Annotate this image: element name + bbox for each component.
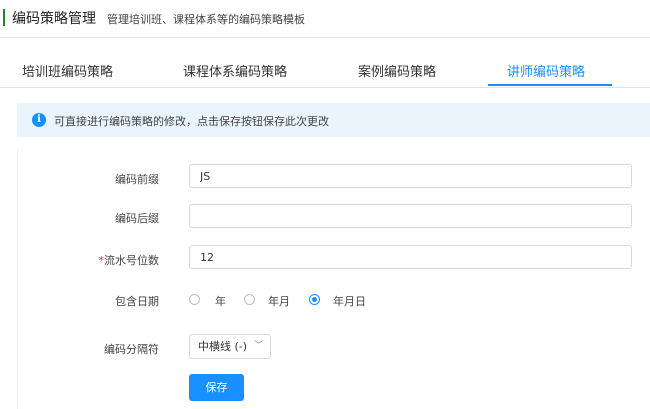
serial-label-text: 流水号位数 — [104, 254, 159, 267]
form-panel — [17, 149, 650, 409]
tab-course-system[interactable]: 课程体系编码策略 — [183, 61, 287, 80]
prefix-label: 编码前缀 — [115, 173, 159, 186]
serial-digits-input[interactable] — [189, 245, 632, 269]
prefix-input[interactable] — [189, 164, 632, 188]
tab-lecturer[interactable]: 讲师编码策略 — [507, 61, 585, 80]
suffix-input[interactable] — [189, 204, 632, 228]
info-notice: i 可直接进行编码策略的修改，点击保存按钮保存此次更改 — [17, 103, 650, 137]
radio-year-month-day[interactable] — [309, 294, 320, 305]
radio-year-month-day-label[interactable]: 年月日 — [333, 293, 366, 309]
page-subtitle: 管理培训班、课程体系等的编码策略模板 — [107, 13, 305, 26]
info-icon: i — [32, 113, 46, 127]
radio-year[interactable] — [189, 294, 200, 305]
radio-year-month[interactable] — [244, 294, 255, 305]
page-header: 编码策略管理 管理培训班、课程体系等的编码策略模板 — [0, 0, 650, 38]
radio-year-month-label[interactable]: 年月 — [268, 293, 290, 309]
active-tab-indicator — [488, 84, 612, 86]
separator-select[interactable]: 中横线 (-) ﹀ — [189, 334, 271, 359]
date-label: 包含日期 — [115, 295, 159, 308]
tab-case[interactable]: 案例编码策略 — [358, 61, 436, 80]
serial-label: *流水号位数 — [39, 252, 160, 268]
strategy-tabs: 培训班编码策略 课程体系编码策略 案例编码策略 讲师编码策略 — [0, 37, 650, 88]
suffix-label: 编码后缀 — [115, 212, 159, 225]
tab-training-class[interactable]: 培训班编码策略 — [22, 61, 113, 80]
separator-selected-value: 中横线 (-) — [198, 340, 248, 353]
page-title: 编码策略管理 — [12, 11, 96, 27]
header-accent-bar — [3, 9, 5, 26]
save-button[interactable]: 保存 — [189, 374, 244, 401]
radio-year-label[interactable]: 年 — [215, 293, 226, 309]
notice-text: 可直接进行编码策略的修改，点击保存按钮保存此次更改 — [54, 115, 329, 128]
separator-label: 编码分隔符 — [104, 343, 159, 356]
chevron-down-icon: ﹀ — [254, 341, 264, 351]
